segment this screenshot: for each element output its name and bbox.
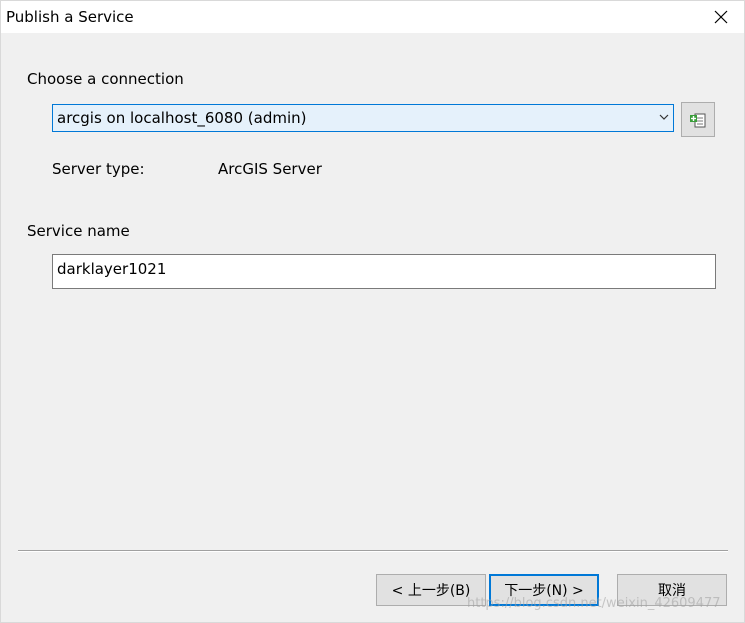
add-connection-button[interactable] [681, 102, 715, 137]
service-name-value: darklayer1021 [57, 260, 167, 278]
connection-label: Choose a connection [27, 70, 184, 88]
service-name-label: Service name [27, 222, 130, 240]
server-type-label: Server type: [52, 160, 145, 178]
watermark-text: https://blog.csdn.net/weixin_42609477 [467, 596, 721, 611]
chevron-down-icon [659, 114, 669, 120]
close-button[interactable] [698, 1, 744, 33]
footer-divider [18, 550, 728, 552]
service-name-input[interactable]: darklayer1021 [52, 254, 716, 289]
window-title: Publish a Service [6, 8, 134, 26]
title-bar: Publish a Service [1, 1, 744, 33]
close-icon [714, 10, 728, 24]
add-connection-icon [690, 113, 706, 127]
connection-dropdown[interactable]: arcgis on localhost_6080 (admin) [52, 104, 674, 132]
publish-service-dialog: Publish a Service Choose a connection ar… [0, 0, 745, 623]
connection-selected-value: arcgis on localhost_6080 (admin) [57, 109, 307, 127]
server-type-value: ArcGIS Server [218, 160, 322, 178]
